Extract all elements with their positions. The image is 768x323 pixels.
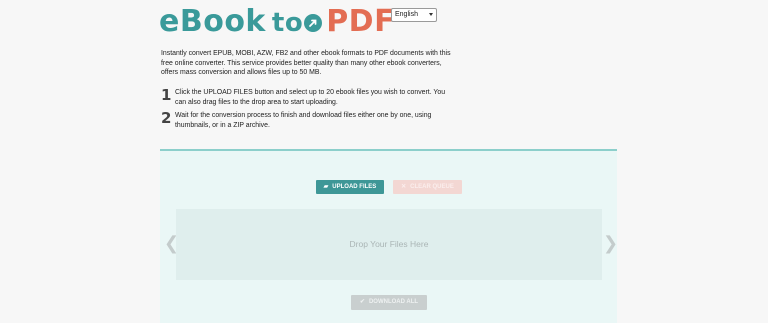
logo-text-to: to [272, 8, 323, 38]
logo-text-ebook: eBook [159, 4, 266, 39]
step-2-number: 2 [161, 109, 172, 127]
page: eBook to PDF English Instantly convert EPU… [0, 0, 768, 323]
clear-queue-label: CLEAR QUEUE [410, 184, 454, 190]
folder-icon: ▰ [323, 184, 329, 190]
close-icon: ✕ [401, 184, 407, 190]
step-2-text: Wait for the conversion process to finis… [175, 112, 432, 129]
language-select[interactable]: English [391, 8, 437, 22]
upload-files-button[interactable]: ▰ UPLOAD FILES [316, 180, 384, 194]
logo[interactable]: eBook to PDF [159, 4, 395, 41]
intro-text: Instantly convert EPUB, MOBI, AZW, FB2 a… [161, 50, 451, 76]
next-arrow-icon[interactable]: ❯ [603, 234, 618, 254]
logo-text-pdf: PDF [326, 4, 396, 39]
language-select-value: English [395, 11, 418, 18]
upload-panel: ▰ UPLOAD FILES ✕ CLEAR QUEUE ❮ Drop Your F… [160, 149, 618, 323]
clear-queue-button[interactable]: ✕ CLEAR QUEUE [393, 180, 462, 194]
step-1-number: 1 [161, 86, 172, 104]
drop-zone[interactable]: Drop Your Files Here [176, 209, 602, 280]
logo-arrow-icon [304, 14, 323, 32]
chevron-down-icon [429, 13, 433, 16]
step-1-text: Click the UPLOAD FILES button and select… [175, 89, 446, 106]
drop-zone-label: Drop Your Files Here [349, 239, 429, 249]
download-all-button[interactable]: ✔ DOWNLOAD ALL [351, 295, 427, 310]
upload-files-label: UPLOAD FILES [332, 184, 377, 190]
download-all-label: DOWNLOAD ALL [368, 299, 419, 305]
check-icon: ✔ [359, 299, 365, 305]
